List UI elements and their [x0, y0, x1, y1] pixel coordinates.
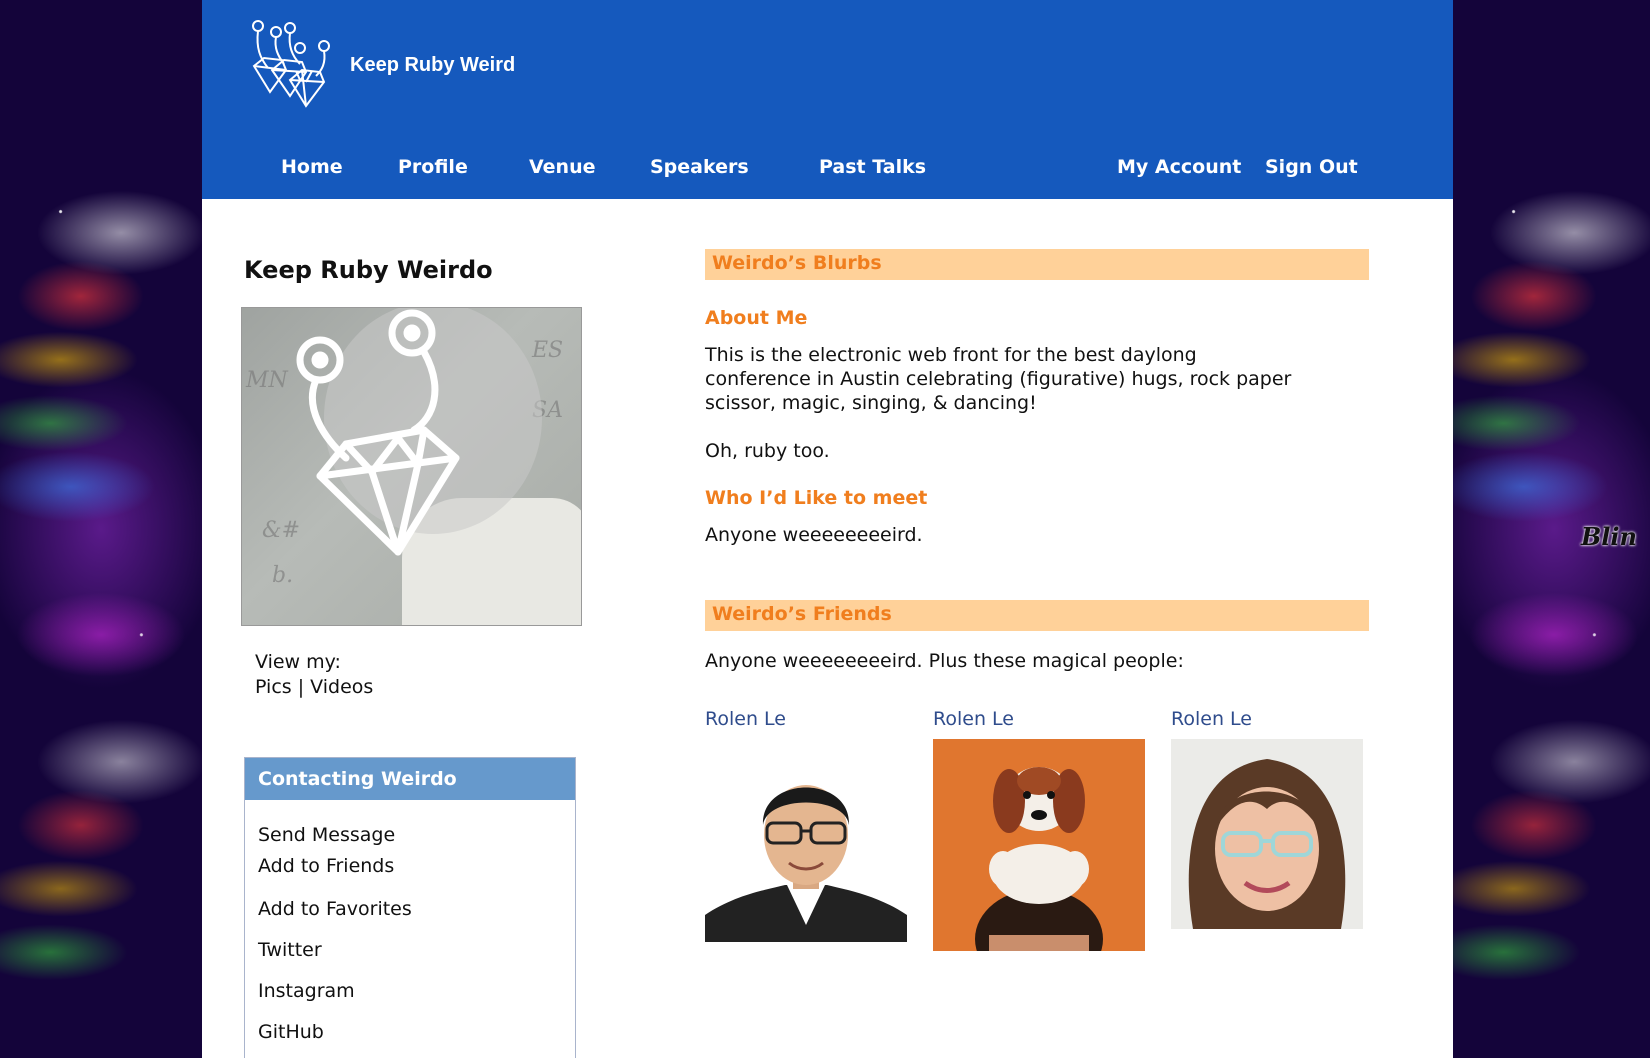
contact-box-title: Contacting Weirdo — [245, 758, 575, 800]
videos-link[interactable]: Videos — [310, 676, 373, 698]
instagram-link[interactable]: Instagram — [258, 980, 355, 1002]
person-glasses-photo — [705, 785, 907, 942]
send-message-link[interactable]: Send Message — [258, 824, 395, 846]
ruby-monster-logo-icon[interactable] — [250, 18, 336, 108]
pics-link[interactable]: Pics — [255, 676, 292, 698]
who-to-meet-heading: Who I’d Like to meet — [705, 487, 928, 509]
about-me-text-2: Oh, ruby too. — [705, 440, 830, 462]
who-to-meet-text: Anyone weeeeeeeeird. — [705, 524, 923, 546]
main-nav: Home Profile Venue Speakers Past Talks M… — [202, 156, 1453, 186]
add-to-favorites-link[interactable]: Add to Favorites — [258, 898, 412, 920]
github-link[interactable]: GitHub — [258, 1021, 324, 1043]
view-my-label: View my: — [255, 651, 341, 673]
twitter-link[interactable]: Twitter — [258, 939, 322, 961]
nav-home[interactable]: Home — [281, 156, 343, 178]
profile-name: Keep Ruby Weirdo — [244, 256, 493, 284]
add-to-friends-link[interactable]: Add to Friends — [258, 855, 394, 877]
nav-past-talks[interactable]: Past Talks — [819, 156, 926, 178]
background-unicorn-left — [0, 0, 202, 1058]
friend-name-3[interactable]: Rolen Le — [1171, 708, 1252, 730]
nav-my-account[interactable]: My Account — [1117, 156, 1241, 178]
friend-photo-3[interactable] — [1171, 739, 1363, 929]
nav-venue[interactable]: Venue — [529, 156, 596, 178]
nav-sign-out[interactable]: Sign Out — [1265, 156, 1358, 178]
ruby-monster-avatar-icon — [296, 309, 460, 556]
nav-speakers[interactable]: Speakers — [650, 156, 749, 178]
contact-box: Contacting Weirdo Send Message Add to Fr… — [244, 757, 576, 1058]
friends-section-title: Weirdo’s Friends — [705, 600, 1369, 631]
site-title[interactable]: Keep Ruby Weird — [350, 54, 515, 77]
view-my-section: View my: Pics | Videos — [255, 650, 373, 700]
friend-name-2[interactable]: Rolen Le — [933, 708, 1014, 730]
link-separator: | — [291, 676, 311, 698]
profile-page: Keep Ruby Weird Home Profile Venue Speak… — [202, 0, 1453, 1058]
about-me-text: This is the electronic web front for the… — [705, 344, 1292, 414]
friend-photo-1[interactable] — [705, 745, 907, 942]
nav-profile[interactable]: Profile — [398, 156, 468, 178]
site-header: Keep Ruby Weird Home Profile Venue Speak… — [202, 0, 1453, 199]
dog-on-head-photo — [975, 767, 1103, 951]
woman-glasses-photo — [1188, 759, 1346, 929]
about-me-heading: About Me — [705, 307, 808, 329]
avatar: MN ES SA &# b. — [241, 307, 582, 626]
blurbs-section-title: Weirdo’s Blurbs — [705, 249, 1369, 280]
friend-photo-2[interactable] — [933, 739, 1145, 951]
friend-name-1[interactable]: Rolen Le — [705, 708, 786, 730]
friends-intro: Anyone weeeeeeeeird. Plus these magical … — [705, 650, 1184, 672]
background-unicorn-right: Blin — [1453, 0, 1650, 1058]
background-watermark: Blin — [1581, 522, 1637, 551]
